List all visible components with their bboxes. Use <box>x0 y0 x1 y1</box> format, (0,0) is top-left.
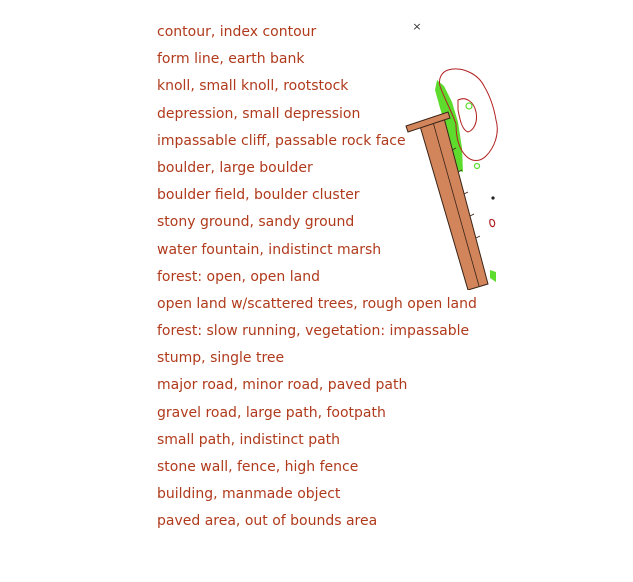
single-tree-dot <box>491 196 495 200</box>
legend-item-open-land-scattered[interactable]: open land w/scattered trees, rough open … <box>157 294 477 321</box>
knoll-marker <box>465 102 473 110</box>
tick-mark <box>463 191 469 195</box>
legend-item-gravel-road[interactable]: gravel road, large path, footpath <box>157 403 477 430</box>
close-icon: × <box>412 20 422 33</box>
close-button[interactable]: × <box>410 20 424 34</box>
legend-item-small-path[interactable]: small path, indistinct path <box>157 430 477 457</box>
stump-marker <box>489 218 496 228</box>
legend-item-major-road[interactable]: major road, minor road, paved path <box>157 375 477 402</box>
legend-item-stump[interactable]: stump, single tree <box>157 348 477 375</box>
legend-item-building[interactable]: building, manmade object <box>157 484 477 511</box>
legend-item-contour[interactable]: contour, index contour <box>157 22 477 49</box>
tick-mark <box>475 235 481 239</box>
rootstock-marker <box>473 162 481 170</box>
vegetation-spot <box>490 270 496 282</box>
legend-item-stone-wall[interactable]: stone wall, fence, high fence <box>157 457 477 484</box>
legend-item-paved-area[interactable]: paved area, out of bounds area <box>157 511 477 538</box>
legend-item-forest-slow[interactable]: forest: slow running, vegetation: impass… <box>157 321 477 348</box>
tick-mark <box>469 213 475 217</box>
map-preview-icon <box>405 68 498 290</box>
